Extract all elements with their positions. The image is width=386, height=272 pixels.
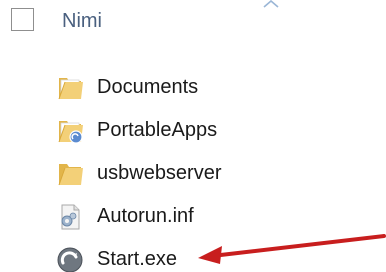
file-name: Start.exe: [97, 248, 178, 270]
column-header-name[interactable]: Nimi: [62, 10, 102, 33]
file-row-usbwebserver[interactable]: usbwebserver: [55, 152, 355, 195]
file-row-documents[interactable]: Documents: [55, 66, 355, 109]
file-explorer-pane: Nimi Documents PortableApps usbwebserver…: [0, 0, 386, 272]
file-row-portableapps[interactable]: PortableApps: [55, 109, 355, 152]
settings-file-icon: [55, 202, 85, 232]
file-name: Documents: [97, 76, 199, 98]
app-exe-icon: [55, 245, 85, 272]
folder-icon: [55, 73, 85, 103]
file-name: Autorun.inf: [97, 205, 194, 227]
file-name: usbwebserver: [97, 162, 222, 184]
sort-ascending-icon: [263, 0, 279, 8]
folder-shortcut-icon: [55, 116, 85, 146]
select-all-checkbox[interactable]: [11, 8, 34, 31]
pointer-arrow-annotation: [198, 234, 386, 264]
file-name: PortableApps: [97, 119, 218, 141]
folder-icon: [55, 159, 85, 189]
